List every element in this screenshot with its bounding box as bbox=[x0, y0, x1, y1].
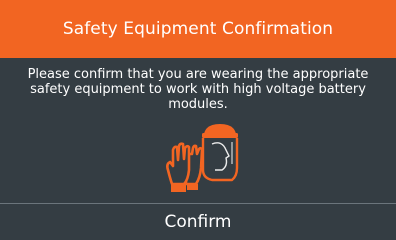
face-shield-icon bbox=[201, 124, 239, 182]
safety-equipment-illustration bbox=[160, 120, 240, 194]
dialog-message: Please confirm that you are wearing the … bbox=[27, 67, 369, 112]
safety-confirmation-dialog: Safety Equipment Confirmation Please con… bbox=[0, 0, 396, 240]
dialog-title: Safety Equipment Confirmation bbox=[0, 0, 396, 58]
confirm-button[interactable]: Confirm bbox=[0, 204, 396, 240]
